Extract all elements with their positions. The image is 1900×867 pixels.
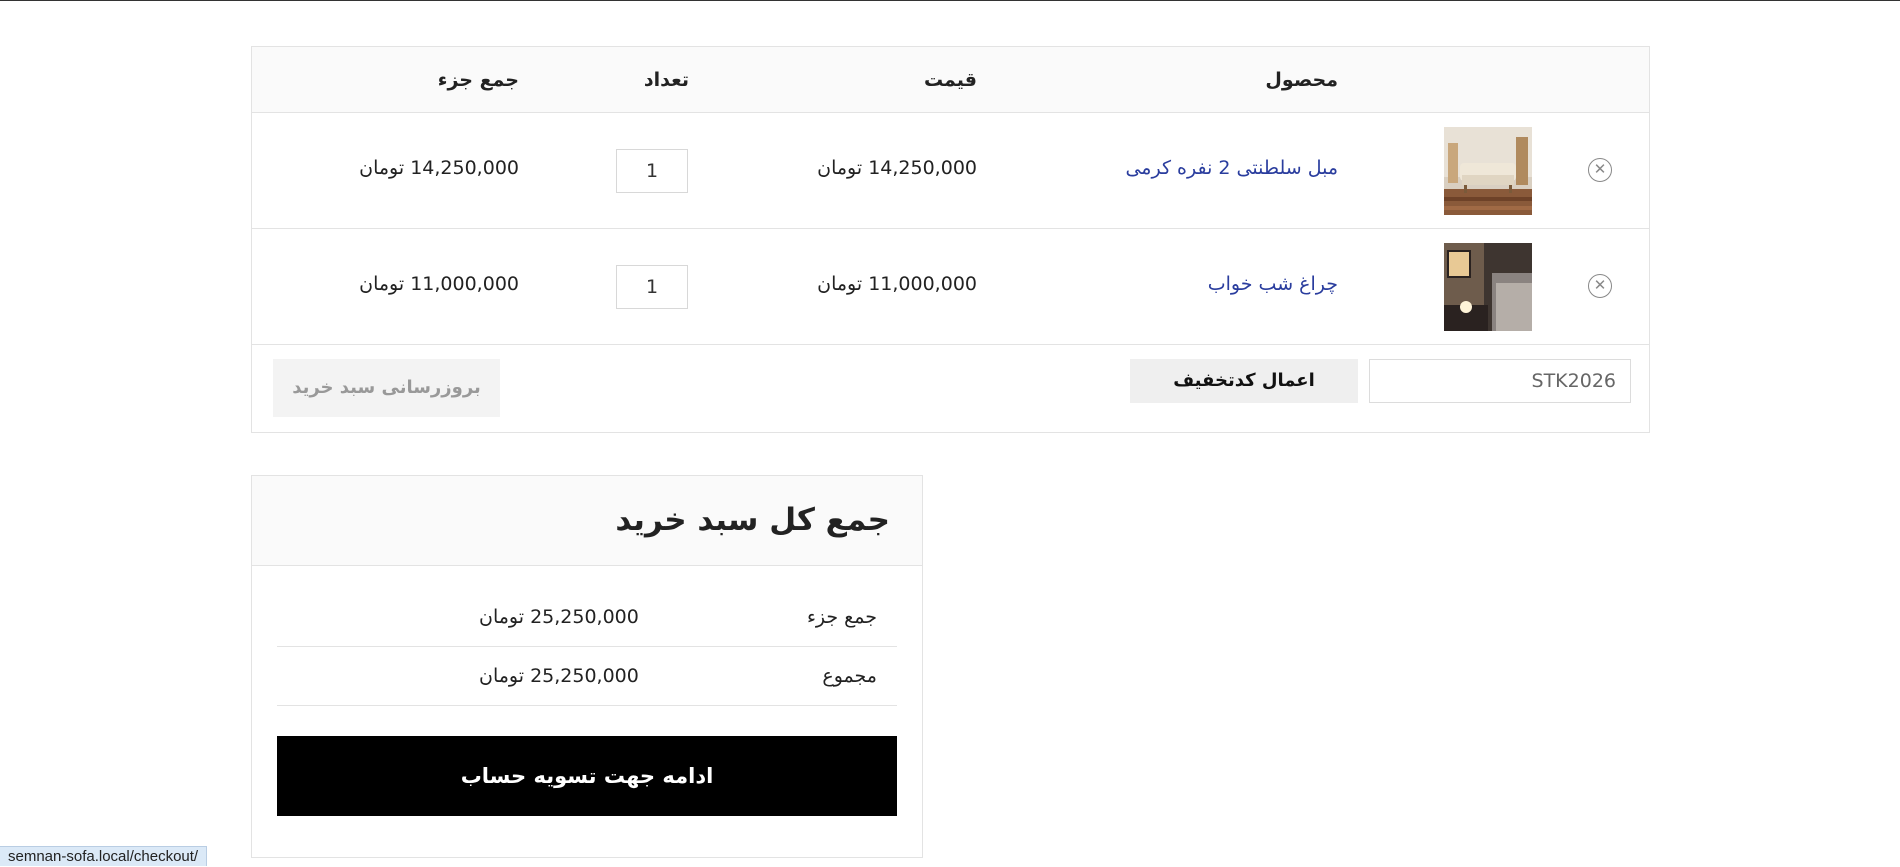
quantity-input[interactable]: 1: [616, 265, 688, 309]
proceed-to-checkout-button[interactable]: ادامه جهت تسویه حساب: [277, 736, 897, 816]
product-thumbnail[interactable]: [1444, 243, 1532, 331]
header-quantity: تعداد: [643, 69, 689, 91]
header-price: قیمت: [923, 69, 977, 91]
top-border: [0, 0, 1900, 1]
product-subtotal: 11,000,000 تومان: [359, 273, 519, 295]
product-price: 11,000,000 تومان: [817, 273, 977, 295]
quantity-input[interactable]: 1: [616, 149, 688, 193]
total-value: 25,250,000 تومان: [479, 665, 639, 687]
product-subtotal: 14,250,000 تومان: [359, 157, 519, 179]
coupon-input[interactable]: STK2026: [1369, 359, 1631, 403]
cart-totals: جمع کل سبد خرید جمع جزء 25,250,000 تومان…: [251, 475, 923, 858]
status-bar-url: semnan-sofa.local/checkout/: [0, 846, 208, 866]
cart-table-header: محصول قیمت تعداد جمع جزء: [252, 47, 1649, 113]
subtotal-row: جمع جزء 25,250,000 تومان: [277, 588, 897, 647]
subtotal-label: جمع جزء: [806, 606, 877, 628]
total-row: مجموع 25,250,000 تومان: [277, 647, 897, 706]
product-link[interactable]: چراغ شب خواب: [1208, 273, 1338, 295]
header-subtotal: جمع جزء: [437, 69, 519, 91]
remove-item-icon[interactable]: ✕: [1588, 158, 1612, 182]
cart-row: ✕ مبل سلطنتی 2 نفره کرمی 14,250,000 توما…: [252, 113, 1649, 229]
product-link[interactable]: مبل سلطنتی 2 نفره کرمی: [1125, 157, 1338, 179]
subtotal-value: 25,250,000 تومان: [479, 606, 639, 628]
remove-item-icon[interactable]: ✕: [1588, 274, 1612, 298]
header-product: محصول: [1265, 69, 1338, 91]
cart-table: محصول قیمت تعداد جمع جزء ✕ مبل سلطنتی 2 …: [251, 46, 1650, 433]
total-label: مجموع: [822, 665, 877, 687]
cart-actions: STK2026 اعمال کدتخفیف بروزرسانی سبد خرید: [252, 345, 1649, 433]
update-cart-button[interactable]: بروزرسانی سبد خرید: [273, 359, 500, 417]
product-thumbnail[interactable]: [1444, 127, 1532, 215]
cart-totals-title: جمع کل سبد خرید: [615, 502, 890, 538]
cart-row: ✕ چراغ شب خواب 11,000,000 تومان 1 11,000…: [252, 229, 1649, 345]
cart-totals-header: جمع کل سبد خرید: [252, 476, 922, 566]
apply-coupon-button[interactable]: اعمال کدتخفیف: [1130, 359, 1358, 403]
product-price: 14,250,000 تومان: [817, 157, 977, 179]
